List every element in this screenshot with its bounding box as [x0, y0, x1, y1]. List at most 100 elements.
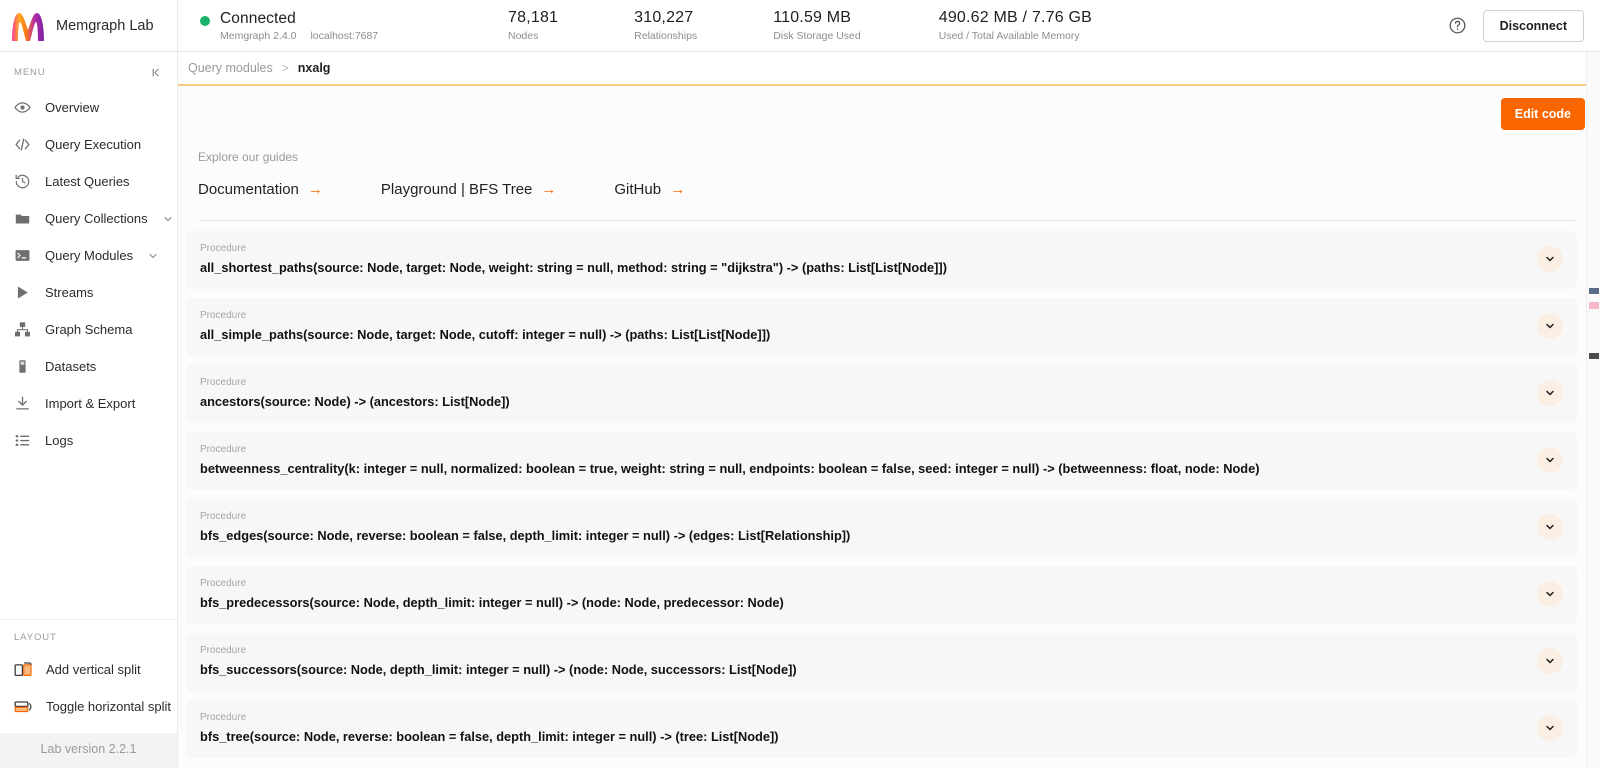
- procedure-signature: ancestors(source: Node) -> (ancestors: L…: [200, 394, 510, 409]
- guide-link-label: GitHub: [614, 181, 662, 198]
- toggle-horizontal-split-icon: [14, 698, 33, 715]
- sidebar: MENU Overview Query Execution Latest Que…: [0, 52, 178, 768]
- download-icon: [14, 395, 31, 412]
- app-root: Memgraph Lab Connected Memgraph 2.4.0 lo…: [0, 0, 1600, 768]
- guide-link-github[interactable]: GitHub →: [614, 181, 685, 198]
- stats-bar: 78,181 Nodes 310,227 Relationships 110.5…: [478, 0, 1448, 51]
- memgraph-logo-icon: [10, 10, 46, 42]
- sidebar-item-query-execution[interactable]: Query Execution: [0, 126, 177, 163]
- sidebar-item-latest-queries[interactable]: Latest Queries: [0, 163, 177, 200]
- top-bar-actions: Disconnect: [1448, 0, 1600, 51]
- status-dot-icon: [200, 15, 210, 26]
- sidebar-item-label: Query Execution: [45, 137, 142, 152]
- sidebar-item-import-export[interactable]: Import & Export: [0, 385, 177, 422]
- stat-memory: 490.62 MB / 7.76 GB Used / Total Availab…: [939, 9, 1092, 42]
- stat-nodes: 78,181 Nodes: [508, 9, 558, 42]
- add-vertical-split-icon: [14, 661, 33, 678]
- procedure-list[interactable]: Procedure all_shortest_paths(source: Node…: [178, 221, 1599, 768]
- stat-label: Disk Storage Used: [773, 30, 861, 42]
- chevron-down-icon[interactable]: [162, 213, 174, 225]
- procedure-kind-label: Procedure: [200, 712, 247, 723]
- procedure-signature: bfs_predecessors(source: Node, depth_lim…: [200, 595, 784, 610]
- chevron-down-icon[interactable]: [147, 250, 159, 262]
- sidebar-layout-label: LAYOUT: [14, 632, 57, 643]
- chevron-collapse-icon[interactable]: [150, 66, 163, 79]
- layout-item-label: Add vertical split: [46, 662, 141, 677]
- sidebar-item-query-modules[interactable]: Query Modules: [0, 237, 177, 274]
- sidebar-item-overview[interactable]: Overview: [0, 89, 177, 126]
- module-panel-header: Edit code Explore our guides Documentati…: [178, 86, 1599, 221]
- sidebar-item-label: Logs: [45, 433, 74, 448]
- chevron-down-icon[interactable]: [1537, 581, 1563, 607]
- arrow-right-icon: →: [307, 181, 323, 198]
- chevron-down-icon[interactable]: [1537, 514, 1563, 540]
- procedure-card-body: Procedure all_simple_paths(source: Node, …: [200, 310, 1523, 342]
- guide-link-documentation[interactable]: Documentation →: [198, 181, 323, 198]
- procedure-card-body: Procedure ancestors(source: Node) -> (anc…: [200, 377, 1523, 409]
- breadcrumb-current: nxalg: [297, 61, 331, 75]
- help-circle-icon[interactable]: [1448, 16, 1467, 35]
- layout-item-label: Toggle horizontal split: [46, 699, 172, 714]
- chevron-down-icon[interactable]: [1537, 246, 1563, 272]
- procedure-kind-label: Procedure: [200, 310, 247, 321]
- terminal-icon: [14, 247, 31, 264]
- sidebar-item-label: Query Modules: [45, 248, 134, 263]
- history-icon: [14, 173, 31, 190]
- procedure-card[interactable]: Procedure bfs_tree(source: Node, reverse:…: [186, 700, 1577, 758]
- breadcrumb: Query modules > nxalg: [178, 52, 1600, 86]
- eye-icon: [14, 99, 31, 116]
- brand-name: Memgraph Lab: [56, 17, 154, 34]
- arrow-right-icon: →: [670, 181, 686, 198]
- sidebar-item-label: Import & Export: [45, 396, 136, 411]
- top-bar: Memgraph Lab Connected Memgraph 2.4.0 lo…: [0, 0, 1600, 52]
- procedure-card[interactable]: Procedure bfs_successors(source: Node, de…: [186, 633, 1577, 691]
- disconnect-button[interactable]: Disconnect: [1482, 9, 1584, 42]
- procedure-signature: bfs_edges(source: Node, reverse: boolean…: [200, 528, 851, 543]
- chevron-down-icon[interactable]: [1537, 380, 1563, 406]
- toggle-horizontal-split-button[interactable]: Toggle horizontal split: [0, 688, 177, 725]
- stat-label: Used / Total Available Memory: [938, 30, 1080, 42]
- procedure-card[interactable]: Procedure ancestors(source: Node) -> (anc…: [186, 365, 1577, 423]
- breadcrumb-root-link[interactable]: Query modules: [188, 61, 273, 75]
- sidebar-item-query-collections[interactable]: Query Collections: [0, 200, 177, 237]
- sidebar-item-datasets[interactable]: Datasets: [0, 348, 177, 385]
- procedure-kind-label: Procedure: [200, 377, 247, 388]
- guides-links: Documentation → Playground | BFS Tree → …: [198, 181, 1585, 198]
- procedure-card[interactable]: Procedure bfs_edges(source: Node, reverse…: [186, 499, 1577, 557]
- procedure-signature: bfs_tree(source: Node, reverse: boolean …: [200, 729, 779, 744]
- procedure-card[interactable]: Procedure all_shortest_paths(source: Node…: [186, 231, 1577, 289]
- stat-value: 310,227: [634, 9, 694, 26]
- sidebar-item-label: Datasets: [45, 359, 97, 374]
- chevron-down-icon[interactable]: [1537, 447, 1563, 473]
- main-content: Query modules > nxalg Edit code Explore …: [178, 52, 1600, 768]
- procedure-signature: all_shortest_paths(source: Node, target:…: [200, 260, 947, 275]
- brand[interactable]: Memgraph Lab: [0, 0, 178, 51]
- sidebar-item-streams[interactable]: Streams: [0, 274, 177, 311]
- stat-value: 110.59 MB: [773, 9, 852, 26]
- sidebar-item-label: Query Collections: [45, 211, 148, 226]
- page-scrollbar[interactable]: [1586, 52, 1600, 768]
- guides-section: Explore our guides Documentation → Playg…: [192, 130, 1585, 198]
- sidebar-menu-header: MENU: [0, 52, 177, 89]
- add-vertical-split-button[interactable]: Add vertical split: [0, 651, 177, 688]
- procedure-card[interactable]: Procedure betweenness_centrality(k: integ…: [186, 432, 1577, 490]
- edit-code-row: Edit code: [192, 98, 1585, 130]
- procedure-card-body: Procedure bfs_edges(source: Node, reverse…: [200, 511, 1523, 543]
- procedure-card[interactable]: Procedure bfs_predecessors(source: Node, …: [186, 566, 1577, 624]
- procedure-card[interactable]: Procedure all_simple_paths(source: Node, …: [186, 298, 1577, 356]
- edit-code-button[interactable]: Edit code: [1500, 98, 1585, 130]
- procedure-card-body: Procedure betweenness_centrality(k: integ…: [200, 444, 1523, 476]
- chevron-down-icon[interactable]: [1537, 715, 1563, 741]
- sidebar-item-graph-schema[interactable]: Graph Schema: [0, 311, 177, 348]
- guides-label: Explore our guides: [198, 150, 299, 164]
- guide-link-playground[interactable]: Playground | BFS Tree →: [381, 181, 556, 198]
- sidebar-item-logs[interactable]: Logs: [0, 422, 177, 459]
- sidebar-item-label: Overview: [45, 100, 100, 115]
- chevron-down-icon[interactable]: [1537, 648, 1563, 674]
- scrollbar-marker: [1589, 353, 1599, 359]
- stat-value: 490.62 MB / 7.76 GB: [938, 9, 1092, 26]
- module-panel: Edit code Explore our guides Documentati…: [178, 86, 1600, 768]
- stat-relationships: 310,227 Relationships: [634, 9, 697, 42]
- chevron-down-icon[interactable]: [1537, 313, 1563, 339]
